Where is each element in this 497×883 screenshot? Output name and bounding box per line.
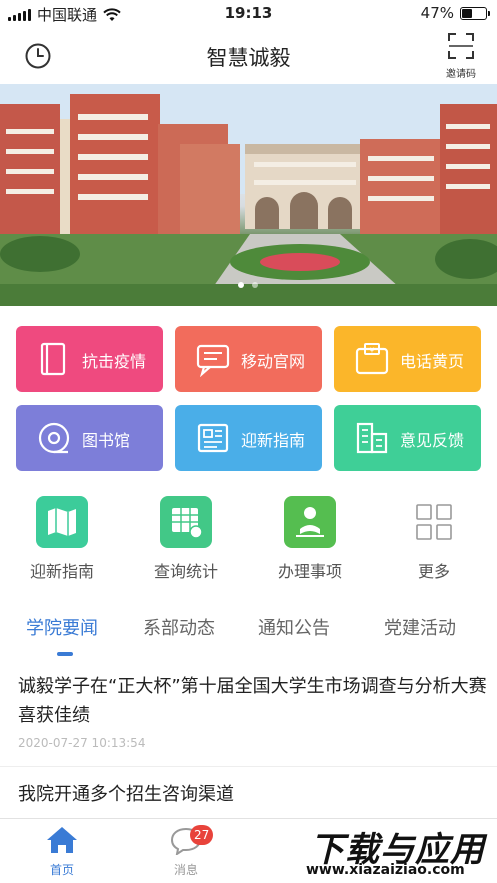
tile-library[interactable]: 图书馆 bbox=[16, 405, 163, 471]
tabbar-home[interactable]: 首页 bbox=[32, 825, 92, 878]
news-time: 2020-07-27 10:13:54 bbox=[18, 736, 146, 750]
tile-phone-directory[interactable]: ¥ 电话黄页 bbox=[334, 326, 481, 392]
svg-text:¥: ¥ bbox=[370, 347, 375, 355]
news-title: 我院开通多个招生咨询渠道 bbox=[18, 784, 234, 805]
disc-icon bbox=[38, 422, 70, 454]
quick-label: 查询统计 bbox=[153, 562, 218, 581]
active-tab-indicator bbox=[57, 652, 73, 656]
building-icon bbox=[356, 422, 388, 454]
news-item[interactable]: 我院开通多个招生咨询渠道 bbox=[18, 780, 488, 809]
campus-banner-image[interactable] bbox=[0, 84, 497, 306]
tile-feedback[interactable]: 意见反馈 bbox=[334, 405, 481, 471]
grid-icon bbox=[408, 496, 460, 548]
tabbar-label: 首页 bbox=[49, 863, 74, 877]
quick-services[interactable]: 办理事项 bbox=[260, 496, 360, 582]
tile-freshman-guide[interactable]: 迎新指南 bbox=[175, 405, 322, 471]
message-badge: 27 bbox=[190, 825, 214, 845]
scan-icon bbox=[448, 33, 474, 59]
home-icon bbox=[47, 827, 77, 853]
tab-notices[interactable]: 通知公告 bbox=[258, 614, 330, 640]
tabbar-label: 消息 bbox=[173, 863, 198, 877]
tile-mobile-site[interactable]: 移动官网 bbox=[175, 326, 322, 392]
wallet-icon: ¥ bbox=[355, 343, 389, 375]
banner-pagination bbox=[238, 282, 258, 288]
tile-label: 移动官网 bbox=[241, 352, 306, 371]
quick-query-stats[interactable]: 查询统计 bbox=[136, 496, 236, 582]
tile-label: 迎新指南 bbox=[241, 431, 306, 450]
quick-label: 办理事项 bbox=[277, 562, 342, 581]
tile-label: 抗击疫情 bbox=[82, 352, 147, 371]
app-screen: 中国联通 19:13 47% 智慧诚毅 邀请码 抗击疫情 移动官网 ¥ 电话黄页… bbox=[0, 0, 497, 883]
tabbar-messages[interactable]: 27 消息 bbox=[156, 825, 216, 878]
quick-freshman-guide[interactable]: 迎新指南 bbox=[12, 496, 112, 582]
quick-label: 迎新指南 bbox=[29, 562, 94, 581]
battery-percent: 47% bbox=[420, 4, 454, 22]
chat-icon bbox=[196, 344, 230, 377]
tile-anti-epidemic[interactable]: 抗击疫情 bbox=[16, 326, 163, 392]
page-title: 智慧诚毅 bbox=[206, 46, 291, 70]
battery-icon bbox=[460, 6, 490, 20]
campus-illustration bbox=[0, 84, 497, 306]
quick-label: 更多 bbox=[417, 562, 450, 581]
reader-icon bbox=[284, 496, 336, 548]
news-item[interactable]: 诚毅学子在“正大杯”第十届全国大学生市场调查与分析大赛喜获佳绩 2020-07-… bbox=[18, 672, 488, 750]
watermark-logo: 下载与应用 www.xiazaiziao.com bbox=[300, 820, 497, 882]
document-icon bbox=[197, 423, 229, 453]
tile-label: 电话黄页 bbox=[400, 352, 465, 371]
watermark-url: www.xiazaiziao.com bbox=[306, 862, 465, 878]
tab-college-news[interactable]: 学院要闻 bbox=[26, 614, 98, 640]
invite-code-button[interactable]: 邀请码 bbox=[441, 32, 481, 80]
book-icon bbox=[40, 342, 66, 376]
banner-dot[interactable] bbox=[238, 282, 244, 288]
quick-more[interactable]: 更多 bbox=[384, 496, 484, 582]
status-bar: 中国联通 19:13 47% bbox=[0, 0, 497, 28]
tab-department-news[interactable]: 系部动态 bbox=[143, 614, 215, 640]
tile-label: 意见反馈 bbox=[400, 431, 465, 450]
table-icon bbox=[160, 496, 212, 548]
map-icon bbox=[36, 496, 88, 548]
tile-label: 图书馆 bbox=[82, 431, 131, 450]
news-tabs: 学院要闻 系部动态 通知公告 党建活动 bbox=[0, 606, 497, 654]
banner-dot[interactable] bbox=[252, 282, 258, 288]
nav-bar: 智慧诚毅 邀请码 bbox=[0, 28, 497, 84]
tab-party-activities[interactable]: 党建活动 bbox=[384, 614, 456, 640]
invite-code-label: 邀请码 bbox=[446, 69, 476, 80]
news-title: 诚毅学子在“正大杯”第十届全国大学生市场调查与分析大赛喜获佳绩 bbox=[18, 676, 487, 726]
divider bbox=[0, 766, 497, 767]
